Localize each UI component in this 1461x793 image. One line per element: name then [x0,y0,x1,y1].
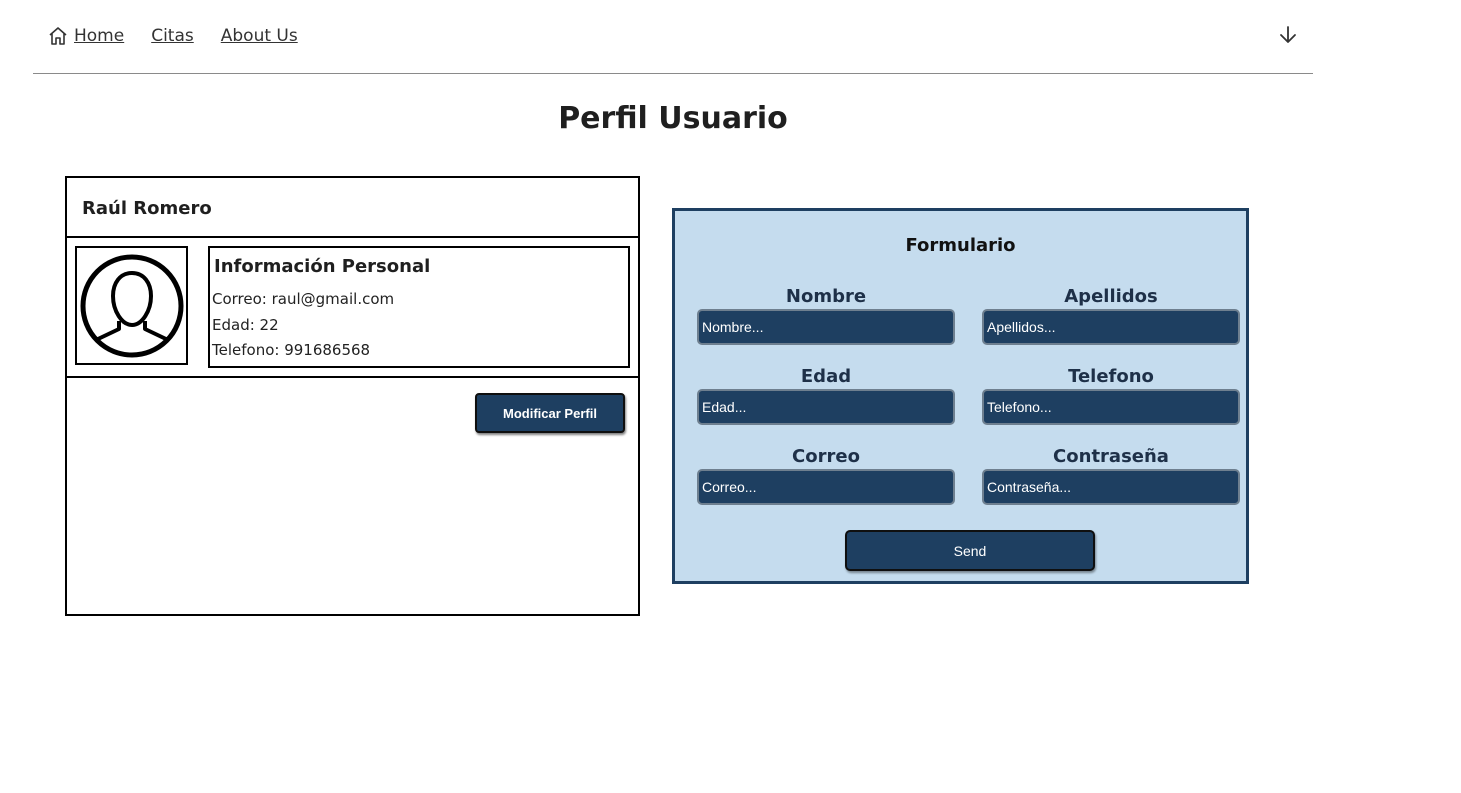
age-text: Edad: 22 [212,316,279,334]
correo-label: Correo [792,446,860,467]
edad-label: Edad [800,366,852,387]
password-label: Contraseña [1053,446,1169,467]
modify-profile-button[interactable]: Modificar Perfil [475,393,625,433]
nav-home-link[interactable]: Home [48,26,124,46]
send-button[interactable]: Send [845,530,1095,571]
profile-card-body: Información Personal Correo: raul@gmail.… [67,238,638,378]
home-icon [49,27,67,45]
page-title: Perfil Usuario [558,101,788,136]
profile-name: Raúl Romero [82,198,212,219]
telefono-label: Telefono [1068,366,1154,387]
correo-field: Correo [697,446,955,505]
edad-field: Edad [697,366,955,425]
form-title: Formulario [905,235,1016,256]
nombre-input[interactable] [697,309,955,345]
correo-input[interactable] [697,469,955,505]
nav-home-label: Home [74,26,125,46]
personal-info-box: Información Personal Correo: raul@gmail.… [208,246,630,368]
apellidos-field: Apellidos [982,286,1240,345]
arrow-down-icon[interactable] [1279,25,1297,45]
telefono-field: Telefono [982,366,1240,425]
edad-input[interactable] [697,389,955,425]
nav-citas-link[interactable]: Citas [151,26,194,46]
nav-links: Home Citas About Us [48,26,325,46]
apellidos-label: Apellidos [1064,286,1158,307]
avatar [75,246,188,365]
phone-text: Telefono: 991686568 [212,341,371,359]
personal-info-title: Información Personal [214,256,431,277]
password-input[interactable] [982,469,1240,505]
nombre-label: Nombre [785,286,867,307]
email-text: Correo: raul@gmail.com [212,290,395,308]
user-form: Formulario Nombre Apellidos Edad Telefon… [672,208,1249,584]
profile-card: Raúl Romero Información Personal Correo:… [65,176,640,616]
profile-card-header: Raúl Romero [67,178,638,238]
password-field: Contraseña [982,446,1240,505]
top-navbar: Home Citas About Us [33,0,1313,74]
user-avatar-icon [80,254,183,357]
apellidos-input[interactable] [982,309,1240,345]
nav-about-link[interactable]: About Us [221,26,298,46]
telefono-input[interactable] [982,389,1240,425]
nombre-field: Nombre [697,286,955,345]
